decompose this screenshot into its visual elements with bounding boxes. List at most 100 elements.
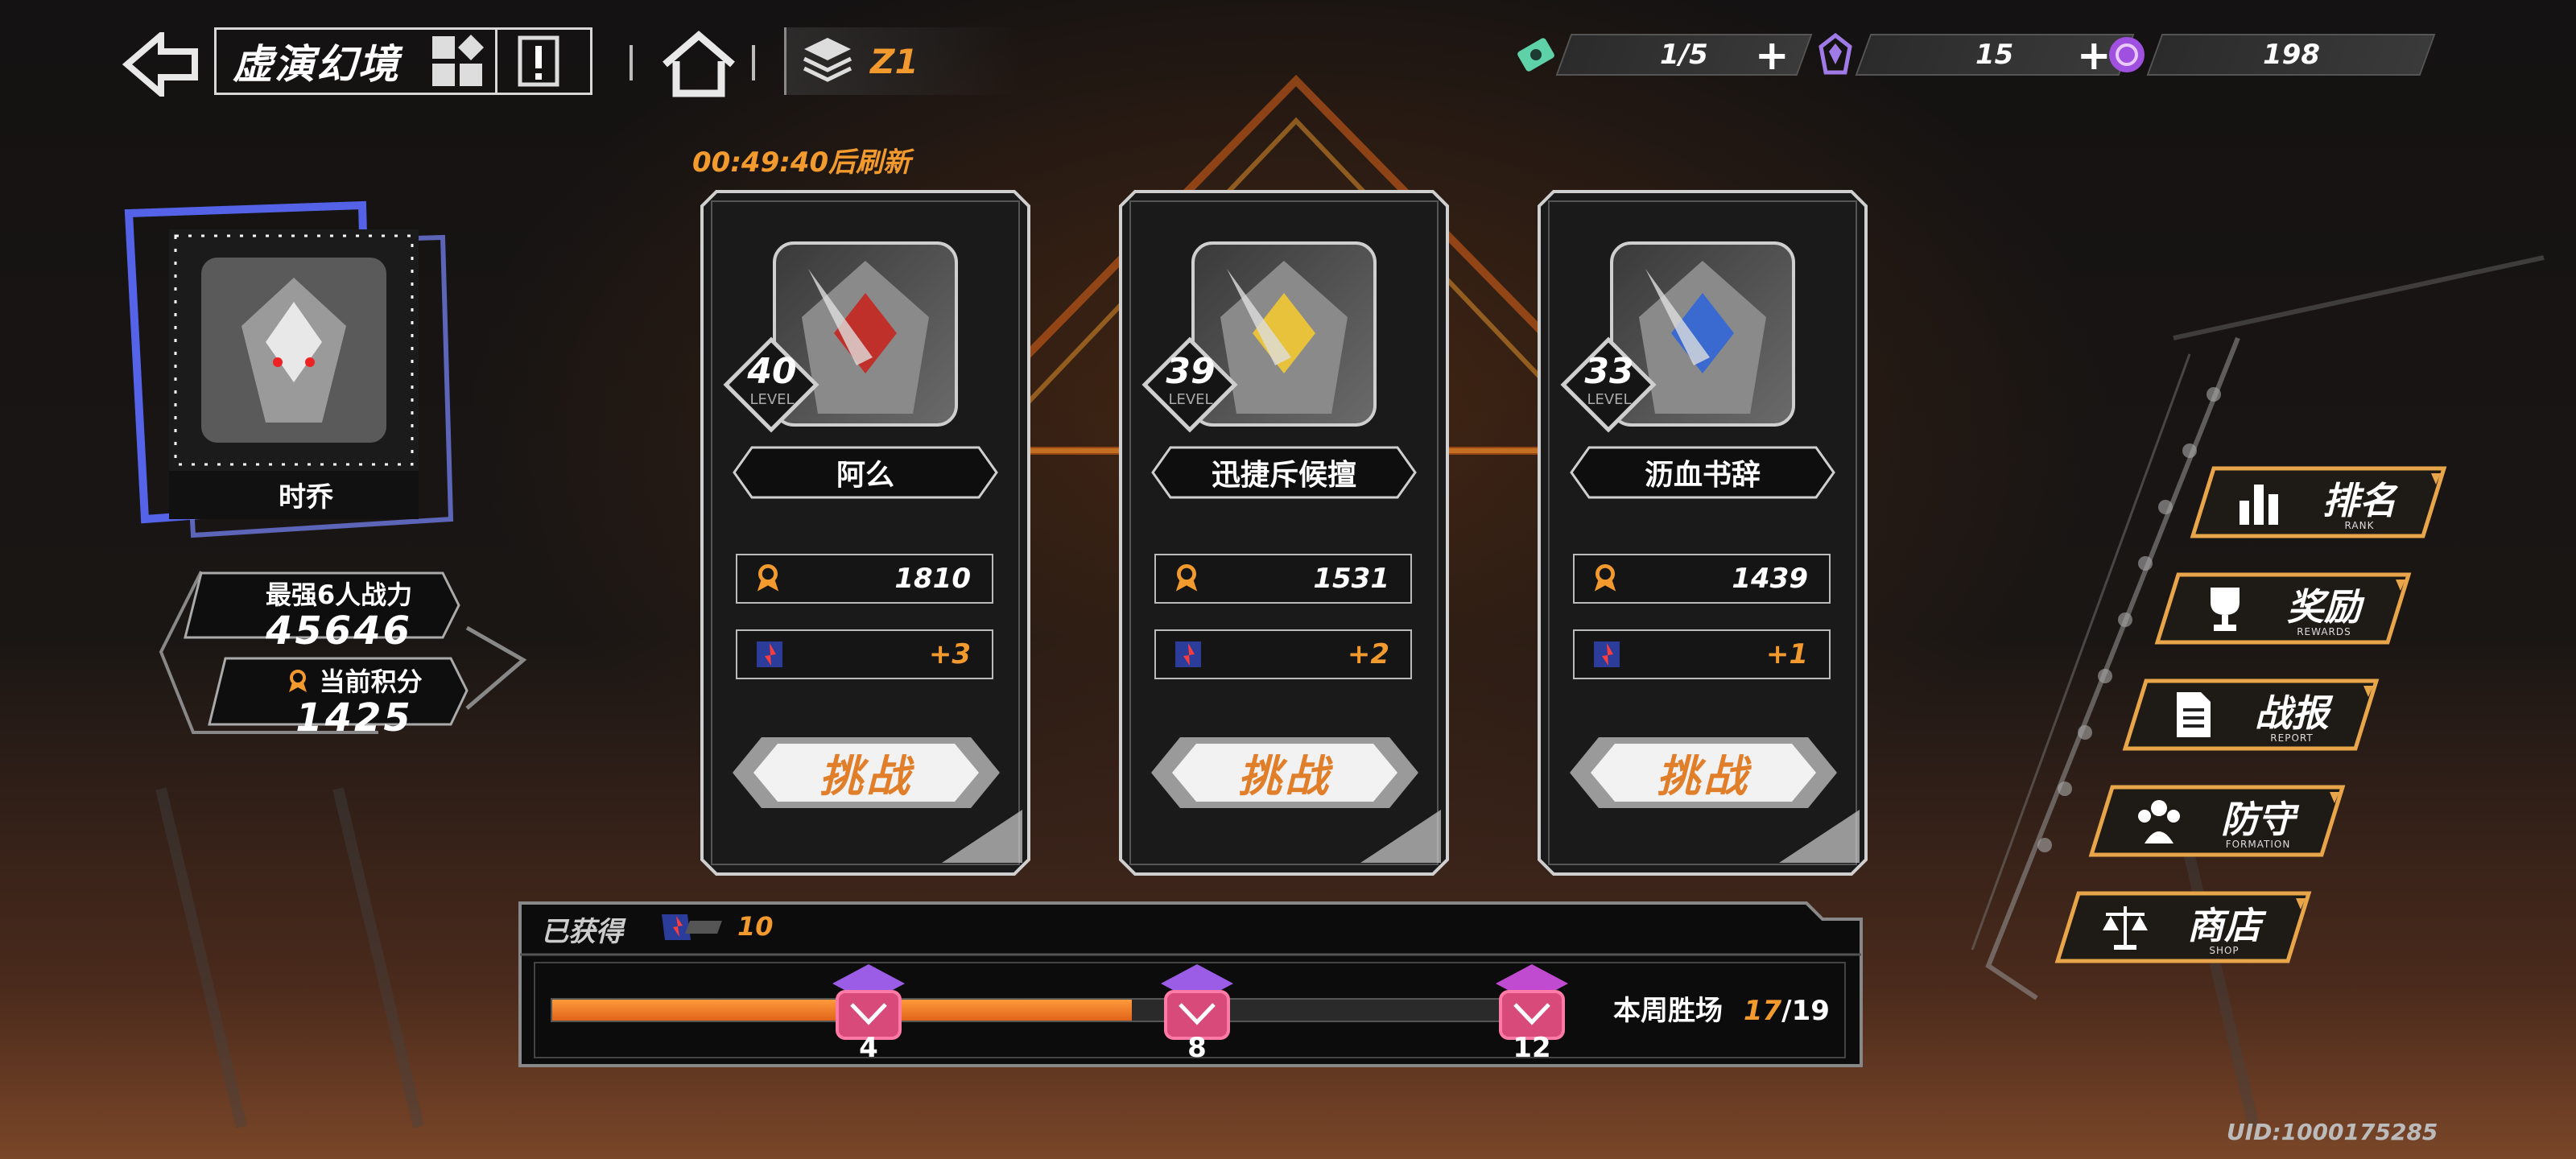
resource-ticket[interactable]: 1/5 [1513,34,1813,76]
grid-icon [432,35,484,86]
score-label: 当前积分 [319,666,423,697]
weekly-wins: 本周胜场 17/19 [1613,988,1830,1028]
opponent-name: 阿么 [836,459,894,492]
opponent-score: 1810 [894,563,971,595]
info-icon[interactable] [510,33,567,89]
menu-button-rank[interactable]: 排名 RANK [2190,465,2447,539]
menu-label: 防守 [2221,798,2295,841]
mode-title: 虚演幻境 [233,41,400,88]
floor-selector[interactable]: Z1 [784,27,1020,95]
reward-chest-icon[interactable] [824,963,913,1043]
opponent-bonus-row: +3 [736,629,993,679]
opponent-bonus-row: +1 [1573,629,1831,679]
score-badge-icon [1175,641,1201,667]
power-stat: 最强6人战力 45646 [238,575,440,654]
power-value: 45646 [266,608,412,654]
menu-label: 战报 [2255,691,2329,735]
refresh-timer: 00:49:40后刷新 [692,146,911,179]
milestone-label: 12 [1513,1032,1551,1064]
menu-sublabel: SHOP [2209,945,2240,956]
score-stat: 当前积分 1425 [250,662,459,740]
opponent-score: 1531 [1313,563,1389,595]
crystal-icon [1818,32,1852,75]
menu-label: 商店 [2187,904,2261,947]
medal-icon [757,564,779,592]
resource-ticket-value: 1/5 [1660,39,1708,71]
progress-track [551,998,1504,1022]
floor-label: Z1 [870,41,919,81]
medal-icon [1175,564,1198,592]
menu-button-report[interactable]: 战报 REPORT [2122,678,2380,752]
resource-crystal-value: 15 [1975,39,2014,71]
power-label: 最强6人战力 [265,580,413,610]
opponent-score-row: 1531 [1154,554,1412,604]
divider [752,45,755,80]
bar-chart-icon [2240,485,2278,525]
milestone-label: 4 [859,1032,878,1064]
menu-button-rewards[interactable]: 奖励 REWARDS [2154,571,2412,645]
gear-coin-icon [2109,37,2145,72]
menu-sublabel: FORMATION [2225,839,2291,850]
opponent-card: 33 LEVEL 沥血书辞 1439 +1 挑战 [1538,190,1868,876]
challenge-label: 挑战 [1238,751,1331,802]
opponent-level: 39 [1166,351,1216,392]
ticket-icon [1517,38,1554,72]
challenge-label: 挑战 [819,751,913,802]
opponent-card: 40 LEVEL 阿么 1810 +3 挑战 [700,190,1030,876]
reward-chest-icon[interactable] [1153,963,1241,1043]
home-icon[interactable] [660,31,737,98]
opponent-name: 迅捷斥候擅 [1211,459,1356,492]
divider [630,45,633,80]
layers-icon [803,38,852,82]
menu-sublabel: REPORT [2270,732,2314,744]
earned-count: 10 [737,911,774,942]
team-icon [2138,800,2180,843]
opponent-bonus-row: +2 [1154,629,1412,679]
level-label: LEVEL [749,391,795,408]
weekly-label: 本周胜场 [1613,995,1723,1027]
opponent-bonus: +2 [1347,638,1389,670]
weekly-total: /19 [1781,995,1830,1027]
challenge-label: 挑战 [1657,751,1750,802]
milestone-label: 8 [1187,1032,1207,1064]
document-icon [2177,692,2211,737]
menu-label: 排名 [2322,479,2396,522]
score-badge-icon [662,914,722,940]
menu-button-shop[interactable]: 商店 SHOP [2054,890,2312,964]
back-arrow-icon[interactable] [121,32,201,97]
opponent-score-row: 1439 [1573,554,1831,604]
menu-sublabel: REWARDS [2297,626,2351,637]
score-value: 1425 [295,695,413,740]
opponent-bonus: +1 [1765,638,1808,670]
mode-title-box: 虚演幻境 [214,27,592,95]
opponent-score-row: 1810 [736,554,993,604]
user-id: UID:1000175285 [2227,1119,2438,1145]
medal-icon [289,670,308,692]
opponent-level: 40 [747,351,797,392]
resource-gear-coin-value: 198 [2262,39,2320,71]
opponent-card: 39 LEVEL 迅捷斥候擅 1531 +2 挑战 [1119,190,1449,876]
menu-sublabel: RANK [2344,520,2375,531]
resource-gear-coin: 198 [2104,34,2436,76]
weekly-current: 17 [1743,995,1782,1027]
title-separator [495,27,497,95]
opponent-level: 33 [1584,351,1634,392]
level-label: LEVEL [1587,391,1632,408]
plus-icon[interactable] [1757,42,1786,71]
level-label: LEVEL [1168,391,1213,408]
score-label-row: 当前积分 [250,662,459,699]
earned-label: 已获得 [541,916,623,948]
opponent-bonus: +3 [928,638,971,670]
score-badge-icon [757,641,782,667]
menu-label: 奖励 [2287,585,2361,629]
reward-chest-icon[interactable] [1488,963,1576,1043]
opponent-name: 沥血书辞 [1644,459,1761,492]
trophy-icon [2211,588,2240,631]
score-badge-icon [1594,641,1620,667]
menu-button-formation[interactable]: 防守 FORMATION [2088,784,2346,858]
player-name: 时乔 [279,481,333,514]
resource-crystal[interactable]: 15 [1813,32,2135,76]
opponent-score: 1439 [1732,563,1808,595]
scale-icon [2103,906,2148,950]
medal-icon [1594,564,1616,592]
